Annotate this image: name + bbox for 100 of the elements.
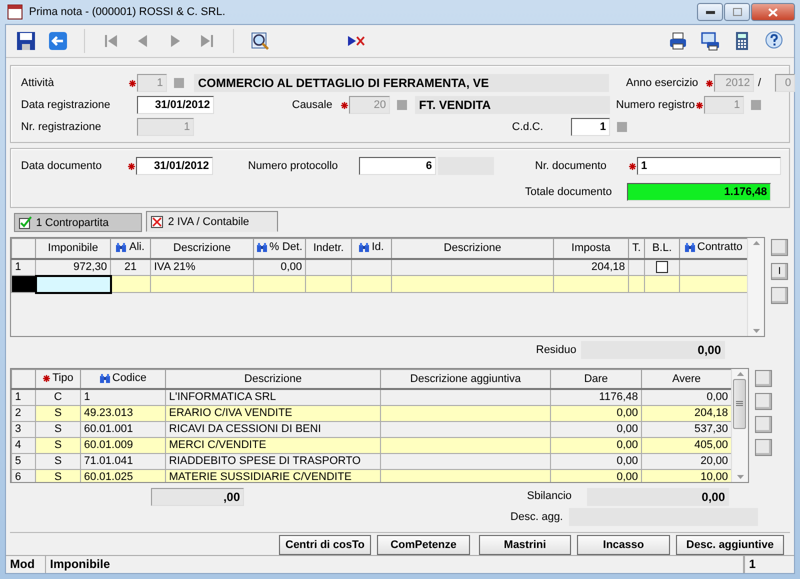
table-cell: MATERIE SUSSIDIARIE C/VENDITE [166,469,380,482]
text-field[interactable]: 6 [359,157,436,176]
text-field[interactable]: 31/01/2012 [136,157,213,176]
column-header[interactable]: Descrizione [392,238,554,259]
table-cell: 0,00 [550,437,642,454]
column-header[interactable]: Imponibile [36,238,110,259]
table-cell: S [36,405,80,422]
residual-value: 0,00 [581,341,725,360]
scroll-down-icon[interactable] [736,474,744,479]
row-number: 4 [12,437,36,454]
column-header[interactable]: Imposta [554,238,628,259]
field-label: Numero protocollo [248,159,339,174]
binoculars-icon [256,243,267,252]
lookup-button[interactable] [617,122,627,132]
tab[interactable]: 1 Contropartita [14,213,142,232]
field-label: C.d.C. [512,120,544,136]
text-field[interactable]: 1 [637,157,781,176]
minimize-icon [706,10,714,14]
action-button[interactable]: ComPetenze [377,534,470,555]
minimize-button[interactable] [697,3,723,21]
binoculars-icon [359,243,369,252]
column-header[interactable]: B.L. [644,238,680,259]
sum-field: ,00 [151,488,244,506]
row-number: 2 [12,405,36,422]
table-cell: S [36,469,80,482]
save-icon [16,31,36,52]
table-cell: 0,00 [550,469,642,482]
status-mode: Mod [6,556,46,573]
table-cell: 1 [80,389,166,406]
table-cell: S [36,437,80,454]
column-header[interactable]: % Det. [254,238,306,259]
column-header[interactable]: Descrizione aggiuntiva [380,369,550,390]
action-button[interactable]: Centri di cosTo [279,534,371,555]
separator-text: / [758,76,762,92]
window-title: Prima nota - (000001) ROSSI & C. SRL. [29,4,226,20]
table-cell[interactable] [36,276,110,293]
table-cell: 60.01.009 [80,437,166,454]
description-text: FT. VENDITA [415,96,610,114]
scroll-up-icon[interactable] [736,372,744,376]
table-cell: 49.23.013 [80,405,166,422]
field-label: Nr. registrazione [21,120,102,136]
field-label: Data documento [21,159,103,174]
table-cell: 0,00 [550,405,642,422]
side-button[interactable] [771,239,788,256]
close-button[interactable] [751,3,795,21]
column-header[interactable]: Contratto [680,238,747,259]
column-header[interactable]: T. [628,238,644,259]
required-icon [42,375,50,382]
side-button[interactable] [771,287,788,304]
column-header[interactable]: Id. [352,238,392,259]
status-record: 1 [744,556,794,573]
column-header[interactable]: Dare [550,369,642,390]
side-button[interactable] [755,438,772,456]
column-header[interactable]: Descrizione [150,238,254,259]
column-header[interactable]: Avere [642,369,731,390]
table-cell: S [36,421,80,438]
action-button[interactable]: Desc. aggiuntive [676,534,784,555]
field-label: Data registrazione [21,98,112,114]
printer-icon [668,31,688,52]
action-button[interactable]: Mastrini [479,534,571,555]
app-icon [7,4,23,20]
extra-description-label: Desc. agg. [509,510,563,525]
table-cell: 0,00 [550,453,642,470]
table-cell: C [36,389,80,406]
search-icon [250,31,270,52]
field-label: Attività [21,76,56,92]
binoculars-icon [684,243,694,252]
table-cell: L'INFORMATICA SRL [166,389,380,406]
side-button[interactable] [755,392,772,410]
table-cell: RIADDEBITO SPESE DI TRASPORTO [166,453,380,470]
cross-icon [151,215,164,228]
column-header[interactable]: Indetr. [306,238,352,259]
field-label: Causale [292,98,334,114]
tab[interactable]: 2 IVA / Contabile [146,211,278,232]
column-header[interactable]: Ali. [110,238,150,259]
scroll-thumb[interactable] [732,378,746,429]
text-field[interactable]: 1 [571,118,610,136]
description-text: COMMERCIO AL DETTAGLIO DI FERRAMENTA, VE [194,74,609,92]
check-icon [19,216,32,230]
side-button[interactable]: I [771,263,788,280]
table-cell: MERCI C/VENDITE [166,437,380,454]
column-header[interactable]: Codice [80,369,166,390]
action-button[interactable]: Incasso [577,534,670,555]
side-button[interactable] [755,370,772,387]
row-number: 1 [12,389,36,406]
side-button[interactable] [755,416,772,433]
scroll-down-icon[interactable] [752,329,760,334]
column-header[interactable]: Descrizione [166,369,380,390]
binoculars-icon [100,374,110,383]
scrollbar[interactable] [731,368,748,482]
binoculars-icon [116,243,126,252]
scroll-up-icon[interactable] [752,241,760,246]
table-cell: 10,00 [642,469,731,482]
checkbox[interactable] [656,261,668,274]
column-header[interactable]: Tipo [36,369,80,390]
field-label: Anno esercizio [626,76,700,92]
text-field[interactable]: 31/01/2012 [137,96,214,114]
table-cell: 204,18 [642,405,731,422]
scrollbar[interactable] [747,238,764,336]
imbalance-value: 0,00 [587,488,729,506]
